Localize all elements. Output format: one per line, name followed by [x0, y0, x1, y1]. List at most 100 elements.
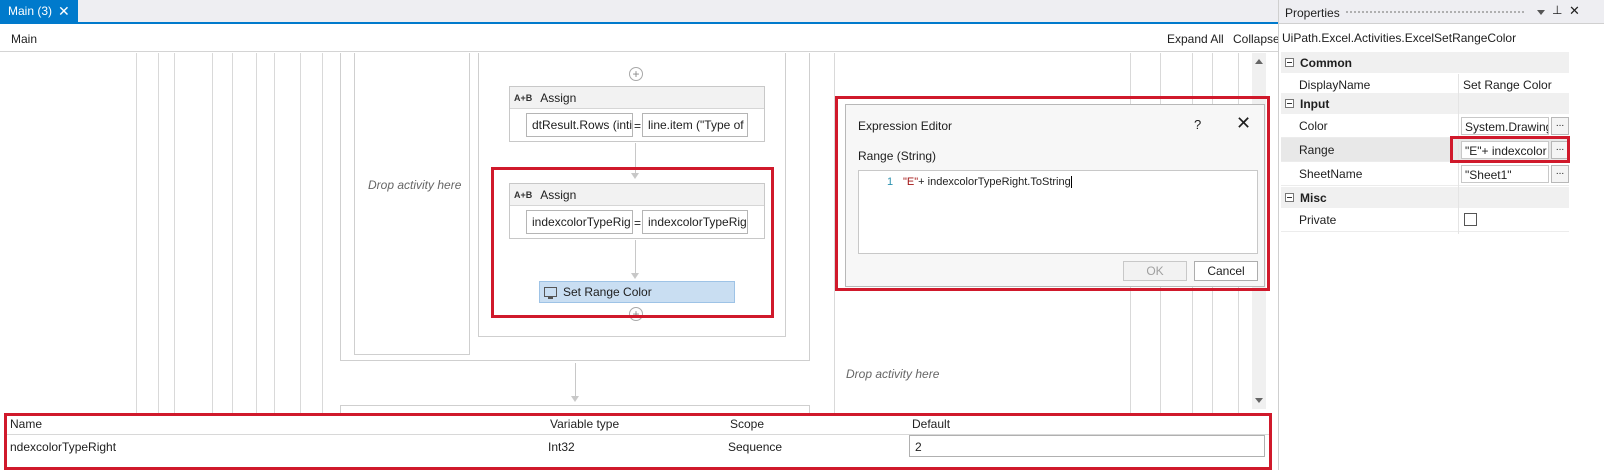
container-border — [174, 53, 175, 415]
column-header-scope[interactable]: Scope — [730, 417, 764, 431]
category-common[interactable]: Common — [1281, 52, 1569, 73]
properties-panel: Properties ⊥ ✕ UiPath.Excel.Activities.E… — [1278, 0, 1604, 470]
collapse-icon[interactable] — [1285, 99, 1294, 108]
close-icon[interactable]: ✕ — [1569, 3, 1580, 19]
property-name: Color — [1299, 119, 1328, 133]
category-input[interactable]: Input — [1281, 93, 1569, 114]
container-border — [834, 53, 835, 415]
container-border — [274, 53, 275, 415]
property-name: DisplayName — [1299, 78, 1371, 92]
category-label: Common — [1300, 55, 1352, 70]
connector-arrow-icon — [571, 396, 579, 402]
drop-activity-hint: Drop activity here — [846, 367, 940, 381]
assign-to-field[interactable]: indexcolorTypeRig — [526, 210, 633, 234]
connector-arrow-icon — [631, 273, 639, 279]
activity-header: A+B Assign — [510, 184, 764, 206]
help-icon[interactable]: ? — [1194, 117, 1201, 132]
assign-icon: A+B — [514, 189, 533, 200]
property-row-sheetname: SheetName "Sheet1" ... — [1281, 162, 1569, 186]
variable-scope[interactable]: Sequence — [728, 440, 782, 454]
assign-value-field[interactable]: indexcolorTypeRig — [642, 210, 748, 234]
private-checkbox[interactable] — [1464, 213, 1477, 226]
range-value-field[interactable]: "E"+ indexcolor — [1461, 141, 1549, 159]
column-header-name[interactable]: Name — [10, 417, 42, 431]
category-misc[interactable]: Misc — [1281, 187, 1569, 208]
chevron-down-icon[interactable] — [1537, 10, 1545, 15]
container-border — [322, 53, 323, 415]
breadcrumb[interactable]: Main — [11, 32, 37, 46]
displayname-value[interactable]: Set Range Color — [1463, 78, 1552, 92]
assign-icon: A+B — [514, 92, 533, 103]
column-header-type[interactable]: Variable type — [550, 417, 619, 431]
scroll-down-icon[interactable] — [1255, 398, 1263, 403]
activity-title: Set Range Color — [563, 285, 652, 299]
variable-default[interactable]: 2 — [915, 440, 922, 454]
property-name: Range — [1299, 143, 1335, 157]
expand-all-button[interactable]: Expand All — [1167, 32, 1224, 46]
default-value-input[interactable] — [909, 435, 1265, 457]
assign-to-field[interactable]: dtResult.Rows (inti — [526, 113, 633, 137]
tab-label: Main (3) — [8, 4, 53, 18]
container-border — [212, 53, 213, 415]
pin-icon[interactable]: ⊥ — [1552, 3, 1562, 17]
panel-title: Properties — [1285, 6, 1340, 20]
tab-main[interactable]: Main (3) ✕ — [0, 0, 78, 22]
connector-line — [575, 363, 576, 399]
equals-sign: = — [634, 216, 642, 230]
activity-class-name: UiPath.Excel.Activities.ExcelSetRangeCol… — [1282, 31, 1517, 45]
sheetname-value-field[interactable]: "Sheet1" — [1461, 165, 1549, 183]
connector-line — [635, 143, 636, 175]
ok-button[interactable]: OK — [1123, 261, 1187, 281]
assign-value-field[interactable]: line.item ("Type of — [642, 113, 748, 137]
container-border — [256, 53, 257, 415]
ellipsis-button[interactable]: ... — [1551, 165, 1569, 183]
variables-panel: Name Variable type Scope Default ndexcol… — [6, 413, 1272, 470]
line-number: 1 — [887, 176, 894, 188]
cancel-button[interactable]: Cancel — [1194, 261, 1258, 281]
expression-label: Range (String) — [858, 149, 937, 163]
container-border — [232, 53, 233, 415]
variable-name[interactable]: ndexcolorTypeRight — [10, 440, 116, 454]
connector-line — [635, 240, 636, 274]
set-range-color-activity[interactable]: Set Range Color — [539, 281, 735, 303]
connector-arrow-icon — [631, 173, 639, 179]
property-name: Private — [1299, 213, 1337, 227]
equals-sign: = — [634, 119, 642, 133]
color-value-field[interactable]: System.Drawing — [1461, 117, 1549, 135]
ellipsis-button[interactable]: ... — [1551, 141, 1569, 159]
property-row-color: Color System.Drawing ... — [1281, 114, 1569, 138]
container-border — [300, 53, 301, 415]
breadcrumb-bar: Main Expand All Collapse All — [0, 26, 1300, 52]
property-row-range: Range "E"+ indexcolor ... — [1281, 138, 1569, 162]
string-literal: "E" — [903, 176, 919, 188]
collapse-icon[interactable] — [1285, 58, 1294, 67]
drop-zone-left[interactable] — [354, 53, 470, 355]
scroll-up-icon[interactable] — [1255, 59, 1263, 64]
category-label: Misc — [1300, 190, 1327, 205]
column-header-default[interactable]: Default — [912, 417, 950, 431]
activity-title: Assign — [540, 90, 577, 105]
container-border — [136, 53, 137, 415]
ellipsis-button[interactable]: ... — [1551, 117, 1569, 135]
property-row-private: Private — [1281, 208, 1569, 232]
close-icon[interactable]: ✕ — [58, 4, 70, 18]
document-tab-bar: Main (3) ✕ — [0, 0, 1300, 24]
designer-pane: Main (3) ✕ Main Expand All Collapse All … — [0, 0, 1300, 470]
expression-code: "E"+ indexcolorTypeRight.ToString — [903, 176, 1072, 189]
category-label: Input — [1300, 96, 1330, 111]
properties-header: Properties ⊥ ✕ — [1279, 0, 1604, 24]
container-border — [158, 53, 159, 415]
activity-header: A+B Assign — [510, 87, 764, 109]
drop-activity-hint: Drop activity here — [368, 178, 462, 192]
drag-grip-icon[interactable] — [1345, 10, 1525, 14]
text-cursor — [1070, 176, 1072, 189]
add-activity-icon[interactable]: + — [629, 307, 643, 321]
close-icon[interactable]: ✕ — [1236, 114, 1251, 132]
activity-title: Assign — [540, 187, 577, 202]
collapse-icon[interactable] — [1285, 193, 1294, 202]
expression-input[interactable]: 1 "E"+ indexcolorTypeRight.ToString — [858, 170, 1258, 254]
variable-type[interactable]: Int32 — [548, 440, 575, 454]
add-activity-icon[interactable]: + — [629, 67, 643, 81]
expression-editor-dialog: Expression Editor ? ✕ Range (String) 1 "… — [845, 104, 1265, 287]
code-rest: + indexcolorTypeRight.ToString — [918, 176, 1071, 188]
